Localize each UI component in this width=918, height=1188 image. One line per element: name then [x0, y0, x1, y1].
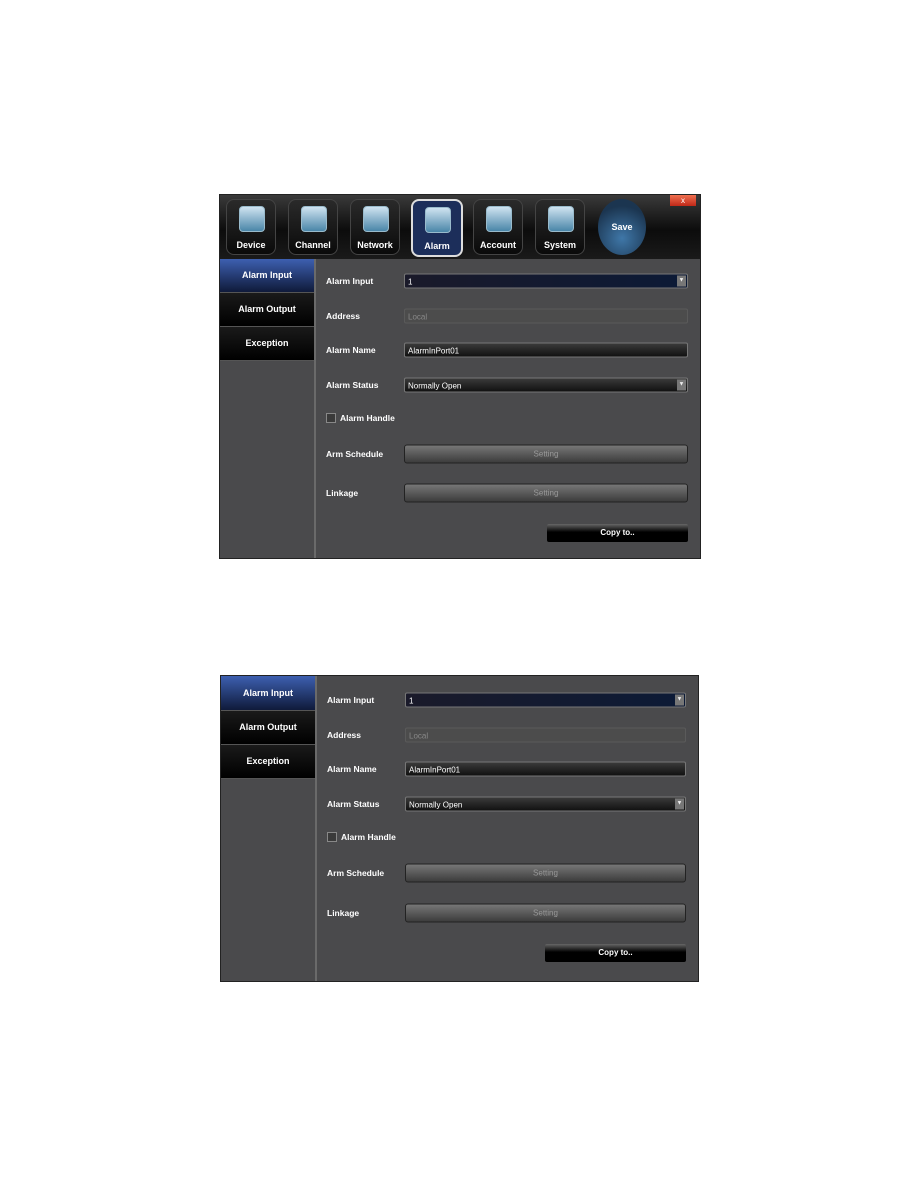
- address-label: Address: [327, 730, 362, 740]
- tab-device[interactable]: Device: [226, 199, 276, 255]
- copy-to-button[interactable]: Copy to..: [547, 524, 688, 542]
- top-nav-bar: Device Channel Network Alarm Account Sys…: [220, 195, 700, 259]
- alarm-name-input[interactable]: AlarmInPort01: [405, 761, 686, 777]
- save-button[interactable]: Save: [598, 199, 646, 255]
- address-field: Local: [405, 727, 686, 743]
- linkage-label: Linkage: [326, 488, 359, 498]
- chevron-down-icon: ▼: [675, 798, 684, 810]
- alarm-handle-checkbox[interactable]: [326, 413, 336, 423]
- alarm-status-value: Normally Open: [408, 381, 462, 391]
- sidebar-item-alarm-output[interactable]: Alarm Output: [220, 293, 314, 327]
- alarm-status-select[interactable]: Normally Open ▼: [404, 377, 688, 393]
- alarm-settings-window-with-header: Device Channel Network Alarm Account Sys…: [219, 194, 701, 559]
- sidebar: Alarm Input Alarm Output Exception: [221, 676, 317, 981]
- device-icon: [239, 206, 265, 232]
- network-icon: [363, 206, 389, 232]
- alarm-help-icon: [425, 207, 451, 233]
- linkage-label: Linkage: [327, 908, 360, 918]
- copy-to-button[interactable]: Copy to..: [545, 944, 686, 962]
- chevron-down-icon: ▼: [675, 694, 684, 706]
- arm-schedule-setting-button[interactable]: Setting: [404, 444, 688, 464]
- tab-system[interactable]: System: [535, 199, 585, 255]
- linkage-setting-button[interactable]: Setting: [405, 903, 686, 923]
- form-area: Alarm Input 1 ▼ Address Local Alarm Name …: [316, 259, 700, 558]
- alarm-input-label: Alarm Input: [327, 695, 375, 705]
- alarm-status-label: Alarm Status: [327, 799, 380, 809]
- channel-icon: [301, 206, 327, 232]
- sidebar-item-alarm-input[interactable]: Alarm Input: [220, 259, 314, 293]
- address-label: Address: [326, 311, 361, 321]
- alarm-name-input[interactable]: AlarmInPort01: [404, 342, 688, 358]
- form-area: Alarm Input 1 ▼ Address Local Alarm Name …: [317, 676, 698, 981]
- alarm-settings-window: Alarm Input Alarm Output Exception Alarm…: [220, 675, 699, 982]
- alarm-status-value: Normally Open: [409, 800, 463, 810]
- alarm-handle-label: Alarm Handle: [340, 413, 395, 423]
- alarm-input-select[interactable]: 1 ▼: [405, 692, 686, 708]
- arm-schedule-label: Arm Schedule: [326, 449, 384, 459]
- chevron-down-icon: ▼: [677, 379, 686, 391]
- alarm-name-label: Alarm Name: [326, 345, 376, 355]
- chevron-down-icon: ▼: [677, 275, 686, 287]
- alarm-name-label: Alarm Name: [327, 764, 377, 774]
- tab-account[interactable]: Account: [473, 199, 523, 255]
- alarm-status-label: Alarm Status: [326, 380, 379, 390]
- alarm-input-select[interactable]: 1 ▼: [404, 273, 688, 289]
- tab-network[interactable]: Network: [350, 199, 400, 255]
- system-icon: [548, 206, 574, 232]
- tab-alarm[interactable]: Alarm: [411, 199, 463, 257]
- alarm-input-value: 1: [409, 696, 414, 706]
- alarm-status-select[interactable]: Normally Open ▼: [405, 796, 686, 812]
- sidebar-item-alarm-output[interactable]: Alarm Output: [221, 711, 315, 745]
- sidebar: Alarm Input Alarm Output Exception: [220, 259, 316, 558]
- sidebar-item-alarm-input[interactable]: Alarm Input: [221, 676, 315, 711]
- tab-channel[interactable]: Channel: [288, 199, 338, 255]
- alarm-handle-checkbox[interactable]: [327, 832, 337, 842]
- arm-schedule-label: Arm Schedule: [327, 868, 385, 878]
- sidebar-item-exception[interactable]: Exception: [220, 327, 314, 361]
- alarm-input-value: 1: [408, 277, 413, 287]
- account-icon: [486, 206, 512, 232]
- sidebar-item-exception[interactable]: Exception: [221, 745, 315, 779]
- alarm-handle-label: Alarm Handle: [341, 832, 396, 842]
- address-field: Local: [404, 308, 688, 324]
- linkage-setting-button[interactable]: Setting: [404, 483, 688, 503]
- close-button[interactable]: x: [670, 195, 696, 206]
- alarm-input-label: Alarm Input: [326, 276, 374, 286]
- arm-schedule-setting-button[interactable]: Setting: [405, 863, 686, 883]
